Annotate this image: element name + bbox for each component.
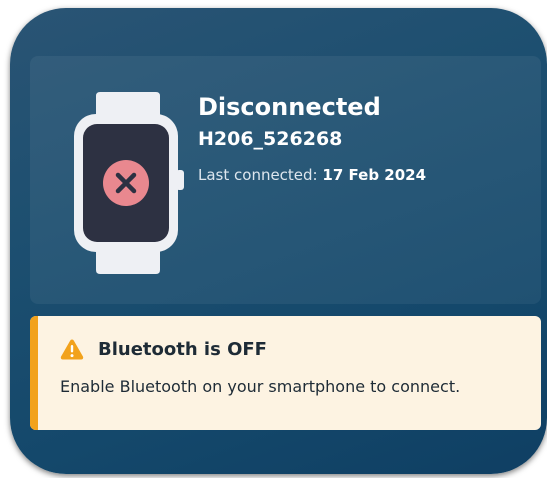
connection-status: Disconnected bbox=[198, 93, 381, 121]
alert-title: Bluetooth is OFF bbox=[98, 338, 267, 360]
last-connected-label: Last connected: bbox=[198, 166, 318, 184]
alert-message: Enable Bluetooth on your smartphone to c… bbox=[60, 377, 461, 396]
last-connected-date: 17 Feb 2024 bbox=[322, 166, 427, 184]
bluetooth-alert: Bluetooth is OFF Enable Bluetooth on you… bbox=[30, 316, 541, 430]
warning-icon bbox=[60, 339, 84, 360]
device-panel: Disconnected H206_526268 Last connected:… bbox=[30, 56, 541, 304]
device-info: Disconnected H206_526268 Last connected:… bbox=[198, 92, 528, 186]
device-id: H206_526268 bbox=[198, 128, 343, 150]
alert-accent-bar bbox=[30, 316, 38, 430]
device-status-card: Disconnected H206_526268 Last connected:… bbox=[10, 8, 547, 474]
last-connected: Last connected: 17 Feb 2024 bbox=[198, 164, 528, 186]
alert-header: Bluetooth is OFF bbox=[60, 338, 267, 360]
smartwatch-icon bbox=[72, 92, 184, 274]
